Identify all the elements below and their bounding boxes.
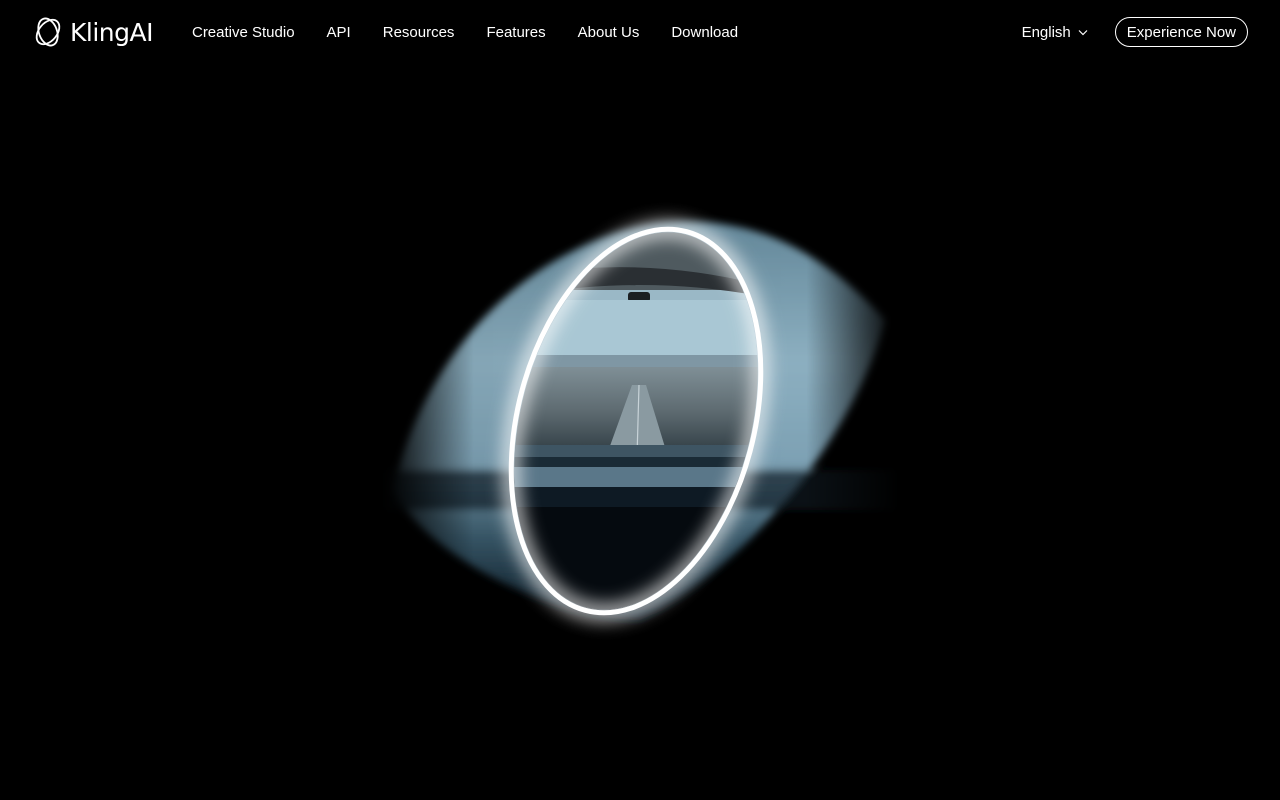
nav-link-creative-studio[interactable]: Creative Studio bbox=[192, 24, 295, 41]
experience-now-button[interactable]: Experience Now bbox=[1114, 17, 1248, 47]
top-navbar: KlingAI Creative Studio API Resources Fe… bbox=[0, 0, 1280, 64]
hero-portal-visual bbox=[380, 220, 900, 630]
language-selected: English bbox=[1021, 23, 1071, 41]
chevron-down-icon bbox=[1078, 29, 1088, 35]
nav-link-about-us[interactable]: About Us bbox=[578, 24, 640, 41]
nav-link-features[interactable]: Features bbox=[486, 24, 545, 41]
nav-link-download[interactable]: Download bbox=[671, 24, 738, 41]
page: KlingAI Creative Studio API Resources Fe… bbox=[0, 0, 1280, 800]
language-selector[interactable]: English bbox=[1022, 24, 1088, 41]
brand-logo[interactable]: KlingAI bbox=[32, 16, 153, 48]
nav-links: Creative Studio API Resources Features A… bbox=[192, 24, 738, 41]
kling-orbit-logo-icon bbox=[35, 17, 61, 47]
nav-link-api[interactable]: API bbox=[327, 24, 351, 41]
nav-link-resources[interactable]: Resources bbox=[383, 24, 455, 41]
nav-right: English Experience Now bbox=[1022, 17, 1248, 47]
brand-name: KlingAI bbox=[70, 17, 153, 47]
